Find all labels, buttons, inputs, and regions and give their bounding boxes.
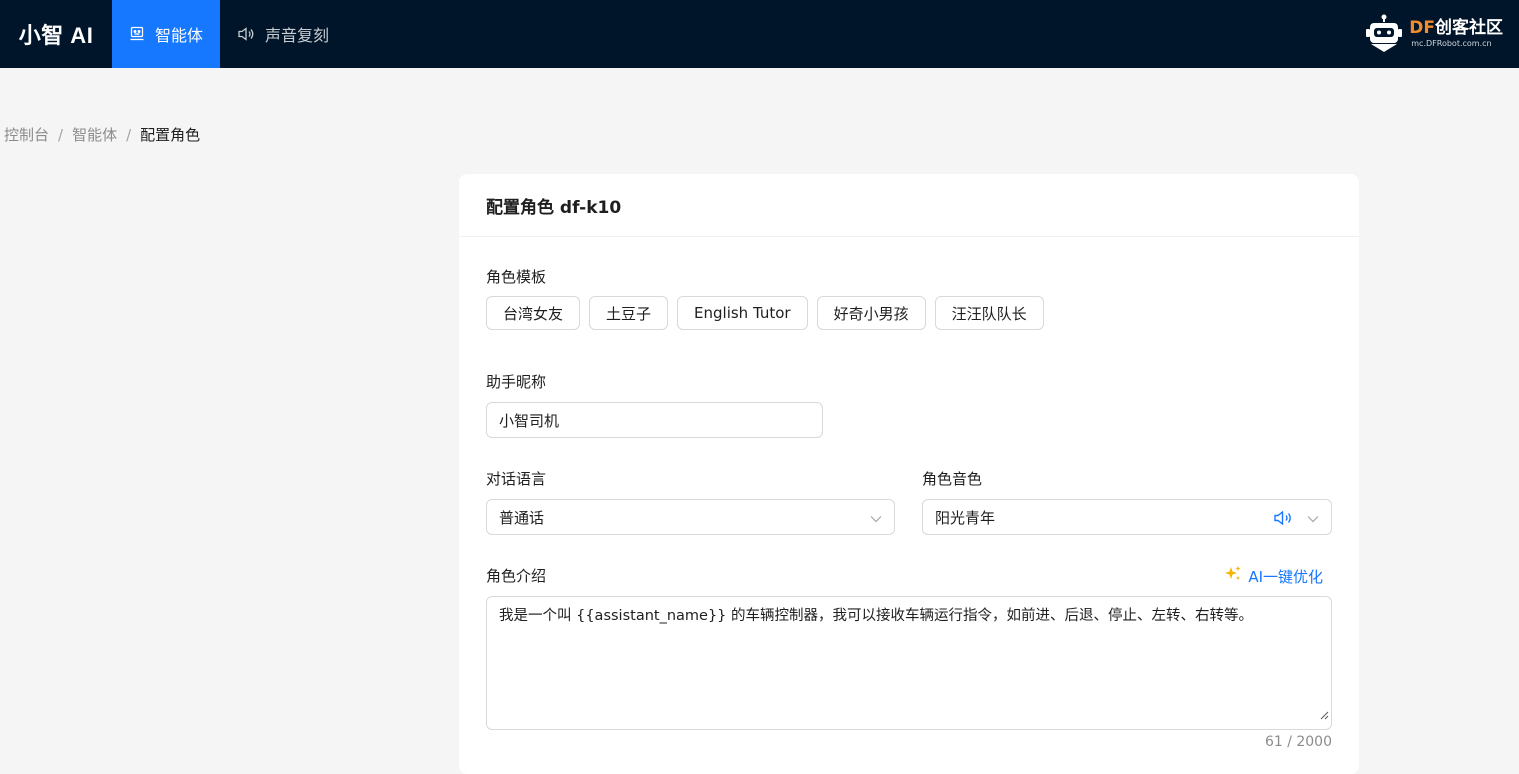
resize-handle-icon[interactable] [1319, 705, 1329, 727]
template-label: 角色模板 [486, 268, 547, 286]
sparkle-icon [1224, 565, 1242, 587]
top-nav: 小智 AI 智能体 声音复刻 DF创客社区 mc.DFRobot.com.cn [0, 0, 1519, 68]
breadcrumb-console[interactable]: 控制台 [4, 124, 49, 145]
template-list: 台湾女友 土豆子 English Tutor 好奇小男孩 汪汪队队长 [486, 296, 1044, 330]
speaker-icon [237, 26, 255, 42]
template-button[interactable]: 好奇小男孩 [816, 296, 926, 330]
breadcrumb: 控制台 / 智能体 / 配置角色 [4, 124, 200, 145]
chevron-down-icon [870, 511, 882, 529]
template-button[interactable]: 土豆子 [589, 296, 669, 330]
brand-title[interactable]: 小智 AI [0, 0, 112, 68]
voice-label: 角色音色 [922, 470, 983, 488]
intro-char-count: 61 / 2000 [1264, 734, 1332, 750]
template-button[interactable]: English Tutor [677, 296, 808, 330]
nav-item-voice-clone[interactable]: 声音复刻 [220, 0, 346, 68]
robot-logo-icon [1366, 14, 1403, 52]
breadcrumb-separator: / [126, 125, 132, 144]
language-select[interactable]: 普通话 [486, 499, 895, 535]
speaker-icon[interactable] [1273, 509, 1293, 531]
nickname-input[interactable]: 小智司机 [486, 402, 823, 438]
config-card: 配置角色 df-k10 角色模板 台湾女友 土豆子 English Tutor … [459, 174, 1359, 774]
intro-textarea[interactable]: 我是一个叫 {{assistant_name}} 的车辆控制器，我可以接收车辆运… [486, 596, 1332, 730]
template-button[interactable]: 台湾女友 [486, 296, 581, 330]
nav-item-label: 声音复刻 [265, 26, 330, 45]
nickname-label: 助手昵称 [486, 373, 547, 391]
template-button[interactable]: 汪汪队队长 [934, 296, 1044, 330]
robot-icon [129, 26, 145, 42]
breadcrumb-separator: / [58, 125, 64, 144]
voice-select[interactable]: 阳光青年 [922, 499, 1332, 535]
ai-optimize-button[interactable]: AI一键优化 [1224, 565, 1323, 587]
nav-item-label: 智能体 [155, 26, 204, 45]
chevron-down-icon [1307, 511, 1319, 529]
breadcrumb-current: 配置角色 [140, 126, 201, 144]
dfrobot-logo[interactable]: DF创客社区 mc.DFRobot.com.cn [1365, 6, 1503, 62]
nav-item-agents[interactable]: 智能体 [112, 0, 221, 68]
breadcrumb-agents[interactable]: 智能体 [72, 124, 117, 145]
language-label: 对话语言 [486, 470, 547, 488]
intro-label: 角色介绍 [486, 567, 547, 585]
card-title: 配置角色 df-k10 [459, 174, 1359, 237]
